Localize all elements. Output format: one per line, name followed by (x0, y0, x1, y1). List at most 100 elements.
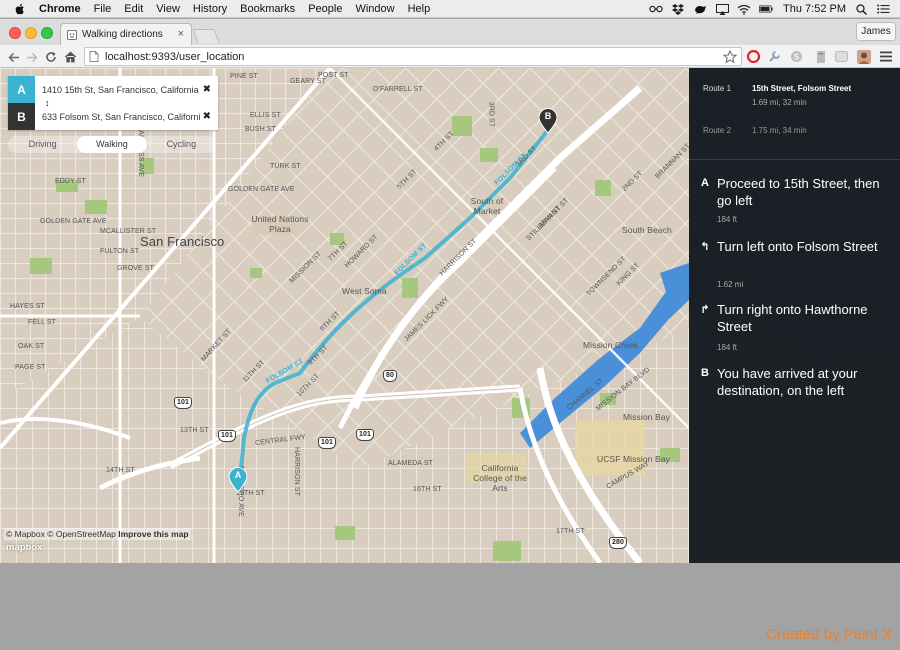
map-label-oak: OAK ST (18, 343, 45, 350)
map-label-geary: GEARY ST (290, 78, 326, 85)
window-zoom-button[interactable] (41, 27, 53, 39)
spotlight-search-icon[interactable] (854, 3, 868, 15)
destination-tag: B (8, 103, 35, 130)
reverse-icon[interactable]: ↕ (45, 98, 50, 108)
map-label-bush: BUSH ST (245, 126, 277, 133)
avatar[interactable] (856, 49, 871, 64)
map-label-west-soma: West Soma (342, 286, 387, 296)
origin-input[interactable] (35, 76, 200, 103)
step-origin-icon: A (701, 177, 709, 189)
destination-row: B ✖ (8, 103, 218, 130)
origin-row: A ✖ (8, 76, 218, 103)
address-bar[interactable]: localhost:9393/user_location (84, 47, 742, 66)
menu-view[interactable]: View (156, 3, 180, 15)
menu-file[interactable]: File (94, 3, 112, 15)
sidebar-divider (689, 159, 900, 160)
step-destination-icon: B (701, 367, 709, 379)
home-icon[interactable] (62, 49, 78, 65)
menu-people[interactable]: People (308, 3, 342, 15)
map-label-13th: 13TH ST (180, 427, 209, 434)
marker-destination[interactable]: B (538, 108, 558, 134)
step-text: You have arrived at your destination, on… (717, 366, 858, 398)
new-tab-button[interactable] (192, 29, 220, 43)
step-distance: 184 ft (717, 343, 738, 352)
menu-history[interactable]: History (193, 3, 227, 15)
step-text: Turn left onto Folsom Street (717, 239, 878, 254)
map-label-hayes: HAYES ST (10, 303, 45, 310)
map-label-page: PAGE ST (15, 364, 46, 371)
tab-title: Walking directions (82, 29, 163, 40)
forward-arrow-icon[interactable] (24, 49, 40, 65)
shield-101: 101 (174, 397, 192, 409)
apple-icon[interactable] (13, 2, 27, 16)
bookmark-extension-icon[interactable] (813, 49, 828, 64)
window-extension-icon[interactable] (834, 49, 849, 64)
map-label-ellis: ELLIS ST (250, 112, 281, 119)
menu-help[interactable]: Help (408, 3, 431, 15)
destination-input[interactable] (35, 103, 200, 130)
map-label-san-francisco: San Francisco (140, 234, 225, 249)
marker-origin[interactable]: A (228, 467, 248, 493)
map-label-turk: TURK ST (270, 163, 301, 170)
window-minimize-button[interactable] (25, 27, 37, 39)
profile-tab-cycling[interactable]: Cycling (147, 136, 216, 153)
improve-map-link[interactable]: Improve this map (118, 529, 188, 539)
window-close-button[interactable] (9, 27, 21, 39)
map-label-mcallister: MCALLISTER ST (100, 228, 157, 235)
menubar-clock[interactable]: Thu 7:52 PM (783, 3, 846, 15)
step-text: Turn right onto Hawthorne Street (717, 302, 868, 334)
opera-extension-icon[interactable] (746, 49, 761, 64)
profile-button[interactable]: James (856, 22, 896, 41)
profile-switcher: Driving Walking Cycling (8, 136, 216, 153)
browser-viewport: 80 101 101 101 101 280 San Francisco Sou… (0, 68, 900, 563)
dropbox-icon[interactable] (671, 3, 685, 15)
mac-menu-bar: Chrome File Edit View History Bookmarks … (0, 0, 900, 18)
step-text: Proceed to 15th Street, then go left (717, 176, 880, 208)
shield-101: 101 (318, 437, 336, 449)
profile-tab-walking[interactable]: Walking (77, 136, 147, 153)
profile-tab-driving[interactable]: Driving (8, 136, 77, 153)
wrench-extension-icon[interactable] (767, 49, 782, 64)
menu-window[interactable]: Window (355, 3, 394, 15)
map-label-south-beach: South Beach (622, 225, 672, 235)
map-label-pine: PINE ST (230, 73, 258, 80)
destination-clear-icon[interactable]: ✖ (203, 111, 211, 122)
reload-icon[interactable] (43, 49, 59, 65)
skype-extension-icon[interactable]: S (789, 49, 804, 64)
glasses-icon[interactable] (649, 3, 663, 15)
map-label-grove: GROVE ST (117, 265, 154, 272)
directions-inputs: A ✖ B ✖ ↕ (8, 76, 218, 130)
route-option-2[interactable]: Route 2 1.75 mi, 34 min (689, 122, 900, 162)
map-label-17th: 17TH ST (556, 528, 585, 535)
wifi-icon[interactable] (737, 3, 751, 15)
bird-icon[interactable] (693, 3, 707, 15)
bookmark-star-icon[interactable] (723, 50, 737, 64)
menu-edit[interactable]: Edit (124, 3, 143, 15)
back-arrow-icon[interactable] (6, 49, 22, 65)
turn-left-icon: ↰ (700, 241, 710, 253)
origin-clear-icon[interactable]: ✖ (203, 84, 211, 95)
map-label-golden-gate: GOLDEN GATE AVE (40, 218, 107, 225)
svg-text:S: S (794, 53, 800, 62)
map-label-ofarrell: O'FARRELL ST (373, 86, 423, 93)
turn-right-icon: ↱ (700, 304, 710, 316)
menu-bookmarks[interactable]: Bookmarks (240, 3, 295, 15)
step-distance: 184 ft (717, 215, 738, 224)
mapbox-logo[interactable]: mapbox (6, 542, 42, 553)
map-label-mission-creek: Mission Creek (583, 340, 639, 350)
battery-icon[interactable] (759, 3, 773, 15)
tab-close-icon[interactable]: × (178, 28, 184, 40)
map-attribution: © Mapbox © OpenStreetMap Improve this ma… (4, 528, 191, 540)
map-label-mission-bay: Mission Bay (623, 412, 670, 422)
route-option-1[interactable]: Route 1 15th Street, Folsom Street 1.69 … (689, 80, 900, 120)
route-title: 15th Street, Folsom Street (752, 84, 852, 93)
chrome-menu-icon[interactable] (878, 49, 893, 64)
notification-center-icon[interactable] (876, 3, 890, 15)
airplay-icon[interactable] (715, 3, 729, 15)
browser-tabstrip: Walking directions × James (0, 19, 900, 45)
map-label-fulton: FULTON ST (100, 248, 140, 255)
menu-chrome[interactable]: Chrome (39, 3, 81, 15)
browser-tab[interactable]: Walking directions × (60, 23, 192, 45)
page-info-icon[interactable] (89, 51, 99, 62)
map-label-un-plaza: United Nations Plaza (251, 214, 309, 234)
